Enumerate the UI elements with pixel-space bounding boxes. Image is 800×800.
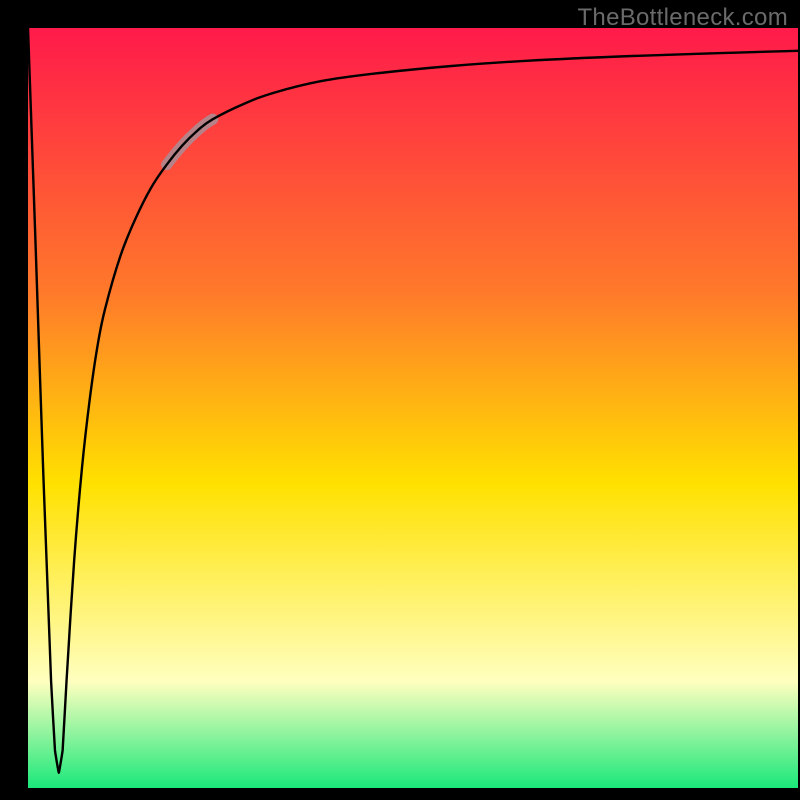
chart-container: TheBottleneck.com bbox=[0, 0, 800, 800]
watermark-text: TheBottleneck.com bbox=[577, 4, 788, 32]
plot-area bbox=[28, 28, 798, 788]
chart-svg bbox=[28, 28, 798, 788]
gradient-background bbox=[28, 28, 798, 788]
